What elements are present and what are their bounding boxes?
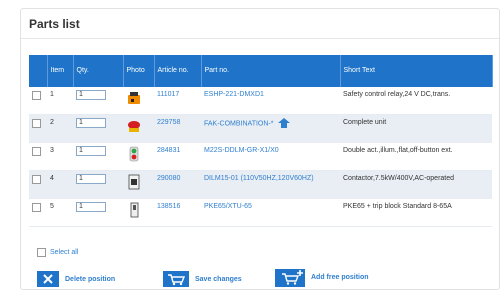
delete-icon (37, 271, 59, 287)
table-row: 2 229758 FAK-COMBINATION-* Complete unit (29, 114, 492, 143)
trip-block-photo (130, 202, 139, 218)
row-checkbox[interactable] (32, 119, 41, 128)
part-number-link[interactable]: ESHP-221-DMXD1 (201, 87, 340, 115)
delete-position-label: Delete position (65, 275, 116, 283)
parts-table: Item Qty. Photo Article no. Part no. Sho… (29, 55, 493, 227)
table-row: 3 284831 M22S-DDLM-GR-X1/X0 Double act.,… (29, 142, 492, 171)
col-header-article-no: Article no. (154, 55, 202, 87)
row-checkbox[interactable] (32, 175, 41, 184)
short-text: Safety control relay,24 V DC,trans. (340, 87, 492, 115)
save-changes-label: Save changes (195, 275, 242, 283)
delete-position-button[interactable]: Delete position (37, 271, 115, 287)
col-header-part-no: Part no. (201, 55, 341, 87)
short-text: Double act.,illum.,flat,off-button ext. (340, 142, 492, 171)
cart-add-icon (275, 269, 305, 287)
item-number: 5 (47, 198, 73, 227)
table-row: 5 138516 PKE65/XTU-65 PKE65 + trip block… (29, 198, 492, 227)
col-header-select (29, 55, 48, 87)
quantity-input[interactable] (76, 117, 106, 128)
parts-list-panel: Parts list Item Qty. Photo Article no. P… (20, 8, 500, 290)
part-number-link[interactable]: M22S-DDLM-GR-X1/X0 (201, 142, 340, 171)
cart-save-icon (163, 271, 189, 287)
item-number: 1 (47, 87, 73, 115)
red-mushroom-button-photo (128, 121, 140, 132)
row-checkbox[interactable] (32, 203, 41, 212)
configure-icon[interactable] (277, 118, 291, 129)
item-number: 4 (47, 170, 73, 199)
green-pushbutton-photo (129, 146, 139, 162)
short-text: PKE65 + trip block Standard 8-65A (340, 198, 492, 227)
table-header-row: Item Qty. Photo Article no. Part no. Sho… (29, 55, 493, 87)
orange-relay-photo (128, 92, 140, 104)
contactor-photo (128, 174, 140, 190)
article-number: 284831 (154, 142, 201, 171)
add-free-position-button[interactable]: Add free position (275, 267, 369, 287)
part-number-link[interactable]: FAK-COMBINATION-* (204, 120, 273, 127)
quantity-input[interactable] (76, 145, 106, 156)
article-number: 111017 (154, 87, 201, 115)
item-number: 2 (47, 114, 73, 143)
part-number-link[interactable]: PKE65/XTU-65 (201, 198, 340, 227)
quantity-input[interactable] (76, 201, 106, 212)
quantity-input[interactable] (76, 173, 106, 184)
select-all-label[interactable]: Select all (50, 249, 78, 256)
panel-title: Parts list (29, 17, 80, 31)
save-changes-button[interactable]: Save changes (163, 271, 242, 287)
article-number: 290080 (154, 170, 201, 199)
select-all-checkbox[interactable] (37, 248, 46, 257)
col-header-short-text: Short Text (340, 55, 493, 87)
select-all[interactable]: Select all (37, 247, 78, 257)
article-number: 229758 (154, 114, 201, 143)
short-text: Contactor,7.5kW/400V,AC-operated (340, 170, 492, 199)
add-free-position-label: Add free position (311, 273, 369, 281)
col-header-photo: Photo (123, 55, 155, 87)
table-row: 4 290080 DILM15-01 (110V50HZ,120V60HZ) C… (29, 170, 492, 199)
title-divider (21, 38, 499, 39)
col-header-item: Item (47, 55, 74, 87)
part-number-link[interactable]: DILM15-01 (110V50HZ,120V60HZ) (201, 170, 340, 199)
article-number: 138516 (154, 198, 201, 227)
row-checkbox[interactable] (32, 147, 41, 156)
item-number: 3 (47, 142, 73, 171)
table-row: 1 111017 ESHP-221-DMXD1 Safety control r… (29, 87, 492, 115)
short-text: Complete unit (340, 114, 492, 143)
row-checkbox[interactable] (32, 91, 41, 100)
quantity-input[interactable] (76, 89, 106, 100)
col-header-qty: Qty. (73, 55, 124, 87)
